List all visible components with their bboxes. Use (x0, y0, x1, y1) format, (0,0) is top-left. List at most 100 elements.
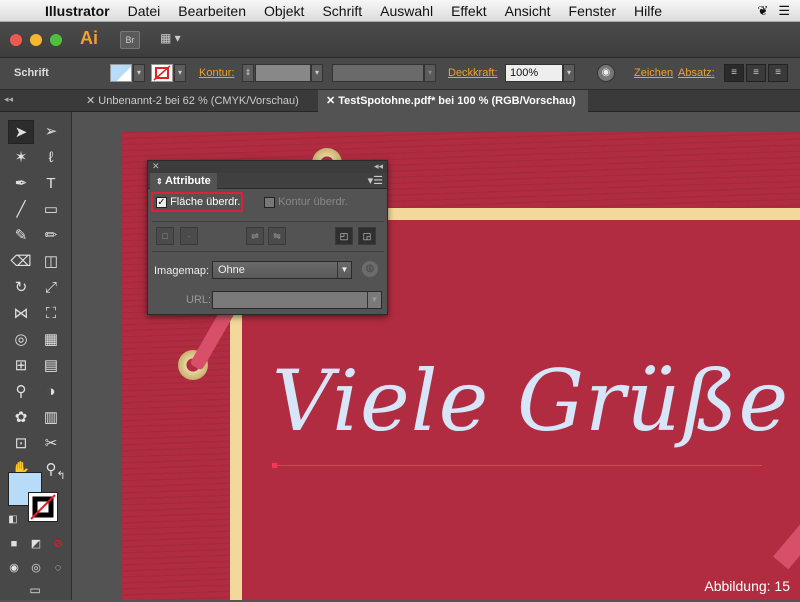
opacity-dropdown-icon[interactable]: ▾ (563, 64, 575, 82)
rectangle-tool-icon[interactable]: ▭ (38, 198, 64, 222)
reverse-path-direction-on-icon[interactable]: ⇋ (268, 227, 286, 245)
close-tab-icon[interactable]: ✕ (86, 95, 98, 107)
free-transform-tool-icon[interactable]: ⛶ (38, 302, 64, 326)
menu-fenster[interactable]: Fenster (560, 3, 625, 19)
collapse-panel-icon[interactable]: ◂◂ (374, 161, 383, 172)
headline-text[interactable]: Viele Grüße (272, 352, 789, 450)
recolor-icon[interactable]: ◉ (597, 64, 615, 82)
close-window-button[interactable] (10, 34, 22, 46)
menu-app[interactable]: Illustrator (36, 3, 119, 19)
screen-mode-icon[interactable]: ▭ (22, 578, 48, 602)
bridge-button[interactable]: Br (120, 31, 140, 49)
profile-dropdown-icon[interactable]: ▾ (424, 64, 436, 82)
menu-list-icon[interactable]: ☰ (778, 3, 790, 19)
opacity-field[interactable]: 100% (505, 64, 563, 82)
stroke-overprint-checkbox[interactable] (264, 197, 275, 208)
menu-datei[interactable]: Datei (119, 3, 170, 19)
stroke-weight-field[interactable] (255, 64, 311, 82)
magic-wand-tool-icon[interactable]: ✶ (8, 146, 34, 170)
rotate-tool-icon[interactable]: ↻ (8, 276, 34, 300)
symbol-sprayer-tool-icon[interactable]: ✿ (8, 406, 34, 430)
stroke-color-box[interactable] (28, 492, 58, 522)
nonzero-winding-icon[interactable]: ◰ (335, 227, 353, 245)
width-tool-icon[interactable]: ⋈ (8, 302, 34, 326)
minimize-window-button[interactable] (30, 34, 42, 46)
stroke-overprint-option[interactable]: Kontur überdr. (264, 196, 348, 208)
menu-schrift[interactable]: Schrift (313, 3, 371, 19)
reverse-path-direction-off-icon[interactable]: ⇌ (246, 227, 264, 245)
eyedropper-tool-icon[interactable]: ⚲ (8, 380, 34, 404)
type-tool-icon[interactable]: T (38, 172, 64, 196)
gradient-tool-icon[interactable]: ▤ (38, 354, 64, 378)
variable-width-profile-field[interactable] (332, 64, 424, 82)
tab-document-2[interactable]: ✕ TestSpotohne.pdf* bei 100 % (RGB/Vorsc… (318, 90, 588, 112)
stroke-label[interactable]: Kontur: (199, 67, 234, 79)
menu-bar: Illustrator Datei Bearbeiten Objekt Schr… (0, 0, 800, 22)
stroke-weight-stepper[interactable]: ⇕ (242, 64, 254, 82)
blob-brush-tool-icon[interactable]: ⌫ (8, 250, 34, 274)
imagemap-select[interactable]: Ohne ▼ (212, 261, 352, 279)
workspace-switcher-icon[interactable]: ▦ ▾ (160, 31, 190, 49)
color-mode-icon[interactable]: ■ (4, 532, 24, 556)
align-left-button[interactable]: ≡ (724, 64, 744, 82)
text-anchor-point[interactable] (272, 463, 277, 468)
collapse-toolbar-icon[interactable]: ◂◂ (4, 94, 13, 105)
mesh-tool-icon[interactable]: ⊞ (8, 354, 34, 378)
imagemap-label: Imagemap: (154, 265, 209, 277)
stroke-swatch[interactable] (151, 64, 173, 82)
url-field[interactable]: ▼ (212, 291, 382, 309)
no-center-icon[interactable]: □ (156, 227, 174, 245)
menu-objekt[interactable]: Objekt (255, 3, 313, 19)
fill-overprint-checkbox[interactable]: ✓ (156, 197, 167, 208)
close-panel-icon[interactable]: ✕ (152, 161, 160, 172)
paintbrush-tool-icon[interactable]: ✎ (8, 224, 34, 248)
tab-document-1[interactable]: ✕ Unbenannt-2 bei 62 % (CMYK/Vorschau) (78, 90, 316, 112)
menu-bearbeiten[interactable]: Bearbeiten (169, 3, 255, 19)
none-mode-icon[interactable]: ⊘ (48, 532, 68, 556)
draw-normal-icon[interactable]: ◉ (4, 556, 24, 580)
default-colors-icon[interactable]: ◧ (0, 508, 26, 532)
align-center-button[interactable]: ≡ (746, 64, 766, 82)
selection-tool-icon[interactable]: ➤ (8, 120, 34, 144)
browser-test-icon[interactable]: ◍ (362, 261, 378, 277)
fill-dropdown-icon[interactable]: ▾ (133, 64, 145, 82)
menu-hilfe[interactable]: Hilfe (625, 3, 671, 19)
line-tool-icon[interactable]: ╱ (8, 198, 34, 222)
fill-swatch[interactable] (110, 64, 132, 82)
stroke-weight-dropdown-icon[interactable]: ▾ (311, 64, 323, 82)
even-odd-icon[interactable]: ◲ (358, 227, 376, 245)
character-link[interactable]: Zeichen (634, 67, 673, 79)
no-stroke-icon (29, 493, 57, 521)
fill-overprint-option[interactable]: ✓ Fläche überdr. (156, 196, 240, 208)
gradient-mode-icon[interactable]: ◩ (26, 532, 46, 556)
shape-builder-tool-icon[interactable]: ◎ (8, 328, 34, 352)
blend-tool-icon[interactable]: ◑ (38, 380, 64, 404)
tab-attribute[interactable]: ⇕ Attribute (150, 173, 217, 189)
evernote-icon[interactable]: ❦ (757, 3, 768, 19)
draw-behind-icon[interactable]: ◎ (26, 556, 46, 580)
pencil-tool-icon[interactable]: ✏ (38, 224, 64, 248)
eraser-tool-icon[interactable]: ◫ (38, 250, 64, 274)
artboard-tool-icon[interactable]: ⊡ (8, 432, 34, 456)
menu-ansicht[interactable]: Ansicht (496, 3, 560, 19)
opacity-label[interactable]: Deckkraft: (448, 67, 498, 79)
pen-tool-icon[interactable]: ✒ (8, 172, 34, 196)
swap-colors-icon[interactable]: ↰ (48, 464, 74, 488)
paragraph-link[interactable]: Absatz: (678, 67, 715, 79)
menu-effekt[interactable]: Effekt (442, 3, 496, 19)
column-graph-tool-icon[interactable]: ▥ (38, 406, 64, 430)
perspective-grid-tool-icon[interactable]: ▦ (38, 328, 64, 352)
show-center-icon[interactable]: · (180, 227, 198, 245)
scale-tool-icon[interactable]: ⤢ (38, 276, 64, 300)
close-tab-icon[interactable]: ✕ (326, 95, 338, 107)
panel-tab-arrows-icon: ⇕ (156, 177, 165, 186)
align-right-button[interactable]: ≡ (768, 64, 788, 82)
slice-tool-icon[interactable]: ✂ (38, 432, 64, 456)
draw-inside-icon[interactable]: ◌ (48, 556, 68, 580)
zoom-window-button[interactable] (50, 34, 62, 46)
lasso-tool-icon[interactable]: ℓ (38, 146, 64, 170)
direct-selection-tool-icon[interactable]: ➢ (38, 120, 64, 144)
stroke-dropdown-icon[interactable]: ▾ (174, 64, 186, 82)
panel-menu-icon[interactable]: ▾☰ (368, 174, 383, 187)
menu-auswahl[interactable]: Auswahl (371, 3, 442, 19)
